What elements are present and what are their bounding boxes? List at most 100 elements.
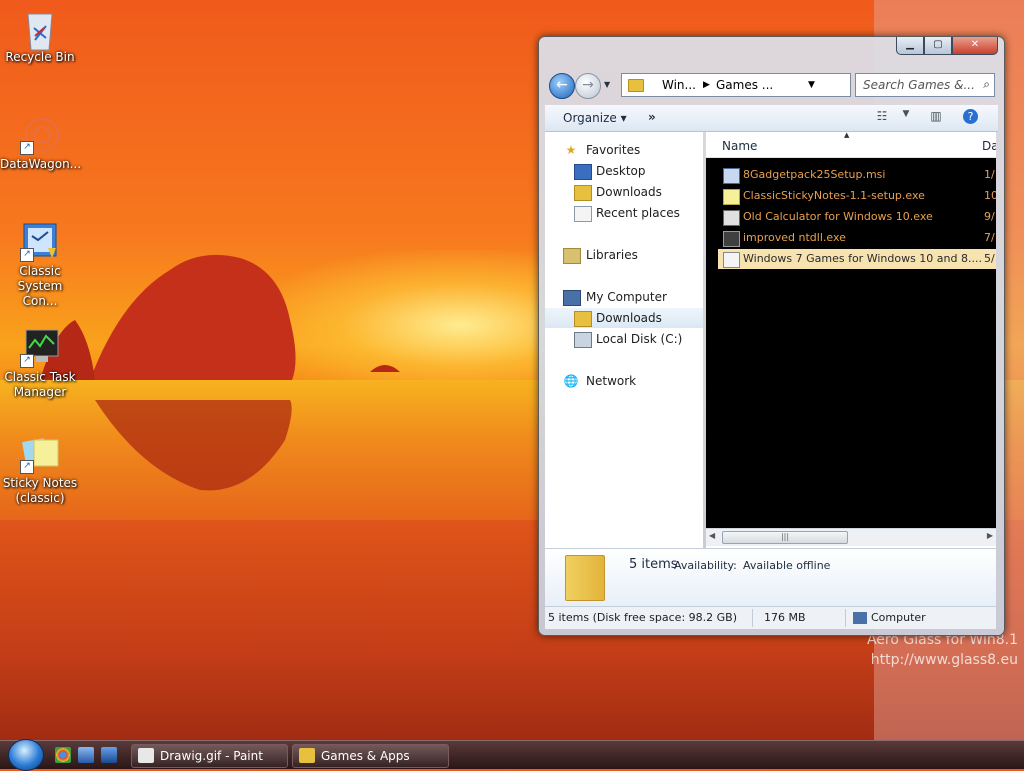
nav-label: My Computer [586, 290, 667, 304]
address-dropdown-icon[interactable]: ▼ [808, 80, 815, 90]
search-box[interactable]: Search Games &... ⌕ [855, 73, 995, 97]
file-date: 5/ [984, 252, 995, 265]
horizontal-scrollbar[interactable]: ◀ ||| ▶ [706, 528, 996, 546]
scroll-left-icon[interactable]: ◀ [709, 531, 715, 540]
sort-ascending-icon: ▲ [844, 132, 850, 139]
column-headers: ▲ Name Da [706, 132, 996, 158]
file-date: 1/ [984, 168, 995, 181]
scroll-right-icon[interactable]: ▶ [987, 531, 993, 540]
nav-item-downloads[interactable]: Downloads [545, 182, 703, 202]
address-bar[interactable]: Win... ▶ Games ... ▼ ⇆ [621, 73, 915, 97]
show-desktop-icon[interactable] [78, 747, 94, 763]
breadcrumb-item[interactable]: Win... [662, 78, 696, 92]
search-icon[interactable]: ⌕ [983, 77, 990, 92]
maximize-button[interactable]: ▢ [924, 37, 952, 55]
column-header-date[interactable]: Da [982, 139, 996, 153]
availability-value: Available offline [743, 559, 831, 572]
nav-item-libraries[interactable]: Libraries [545, 245, 703, 265]
scrollbar-thumb[interactable]: ||| [722, 531, 848, 544]
computer-icon [853, 612, 867, 624]
nav-item-network[interactable]: 🌐 Network [545, 371, 703, 391]
nav-item-desktop[interactable]: Desktop [545, 161, 703, 181]
network-icon: 🌐 [563, 374, 579, 388]
taskbar: Drawig.gif - Paint Games & Apps [0, 739, 1024, 771]
search-placeholder: Search Games &... [863, 78, 975, 92]
help-icon[interactable]: ? [963, 109, 978, 124]
nav-item-local-disk[interactable]: Local Disk (C:) [545, 329, 703, 349]
switch-windows-icon[interactable] [101, 747, 117, 763]
nav-label: Desktop [596, 164, 646, 178]
recent-places-icon [574, 206, 592, 222]
navigation-bar: ← → ▼ Win... ▶ Games ... ▼ ⇆ Search Game… [549, 73, 996, 99]
close-button[interactable]: ✕ [952, 37, 998, 55]
file-name: 8Gadgetpack25Setup.msi [743, 168, 886, 181]
desktop-icon-classic-system-control[interactable]: ↗ Classic System Con... [0, 222, 80, 309]
start-button[interactable] [8, 739, 44, 771]
column-header-name[interactable]: Name [722, 139, 757, 153]
status-divider [752, 609, 753, 627]
games-setup-icon [723, 252, 740, 268]
recycle-bin-icon [20, 8, 60, 51]
nav-label: Local Disk (C:) [596, 332, 683, 346]
file-row[interactable]: Old Calculator for Windows 10.exe 9/ [718, 207, 996, 227]
desktop-icon-recycle-bin[interactable]: Recycle Bin [0, 8, 80, 65]
taskbar-button-label: Drawig.gif - Paint [160, 749, 263, 763]
status-location: Computer [871, 611, 926, 624]
minimize-button[interactable]: ▁ [896, 37, 924, 55]
view-options-icon[interactable]: ☷ [873, 109, 891, 125]
chrome-icon[interactable] [55, 747, 71, 763]
desktop-icon-datawagon[interactable]: ↗ DataWagon... [0, 115, 82, 172]
preview-pane-icon[interactable]: ▥ [927, 109, 945, 125]
organize-label: Organize [563, 111, 617, 125]
caption-buttons: ▁ ▢ ✕ [896, 37, 998, 55]
nav-label: Recent places [596, 206, 680, 220]
status-items: 5 items (Disk free space: 98.2 GB) [548, 611, 737, 624]
file-row[interactable]: 8Gadgetpack25Setup.msi 1/ [718, 165, 996, 185]
taskbar-button-games-apps[interactable]: Games & Apps [292, 744, 449, 768]
file-row[interactable]: improved ntdll.exe 7/ [718, 228, 996, 248]
back-button[interactable]: ← [549, 73, 575, 99]
status-divider [845, 609, 846, 627]
file-name: Old Calculator for Windows 10.exe [743, 210, 933, 223]
taskbar-button-paint[interactable]: Drawig.gif - Paint [131, 744, 288, 768]
folder-icon [299, 748, 315, 763]
nav-item-downloads-computer[interactable]: Downloads [545, 308, 703, 328]
shortcut-arrow-icon: ↗ [20, 141, 34, 155]
nav-label: Libraries [586, 248, 638, 262]
drive-icon [574, 332, 592, 348]
nav-item-my-computer[interactable]: My Computer [545, 287, 703, 307]
nav-label: Network [586, 374, 637, 388]
file-date: 10 [984, 189, 996, 202]
watermark-line-2: http://www.glass8.eu [870, 652, 1018, 668]
file-row-selected[interactable]: Windows 7 Games for Windows 10 and 8....… [718, 249, 996, 269]
item-count: 5 items [629, 557, 678, 572]
details-pane: 5 items Availability: Available offline [545, 548, 996, 606]
folder-large-icon [565, 555, 605, 601]
desktop-icon-label: Sticky Notes (classic) [2, 476, 78, 505]
folder-icon [628, 79, 644, 92]
view-dropdown-icon[interactable]: ▼ [897, 109, 915, 125]
control-panel-icon: ↗ [20, 222, 60, 262]
nav-item-favorites[interactable]: ★ Favorites [545, 140, 703, 160]
recent-pages-dropdown[interactable]: ▼ [604, 80, 610, 89]
forward-button[interactable]: → [575, 73, 601, 99]
paint-icon [138, 748, 154, 763]
desktop-icon-label: Recycle Bin [5, 50, 75, 64]
desktop-icon-sticky-notes[interactable]: ↗ Sticky Notes (classic) [0, 434, 80, 506]
shortcut-arrow-icon: ↗ [20, 354, 34, 368]
navigation-pane: ★ Favorites Desktop Downloads Recent pla… [545, 132, 711, 548]
desktop-icon-label: DataWagon... [0, 157, 82, 171]
breadcrumb-arrow-icon[interactable]: ▶ [703, 80, 710, 90]
file-list: ▲ Name Da 8Gadgetpack25Setup.msi 1/ Clas… [706, 132, 996, 548]
file-row[interactable]: ClassicStickyNotes-1.1-setup.exe 10 [718, 186, 996, 206]
organize-button[interactable]: Organize ▾ [563, 111, 627, 125]
desktop-icon-classic-task-manager[interactable]: ↗ Classic Task Manager [0, 328, 80, 400]
nav-item-recent-places[interactable]: Recent places [545, 203, 703, 223]
explorer-window[interactable]: ▁ ▢ ✕ ← → ▼ Win... ▶ Games ... ▼ ⇆ Searc… [538, 36, 1005, 636]
file-name: improved ntdll.exe [743, 231, 846, 244]
more-commands-button[interactable]: » [648, 110, 656, 124]
availability-label: Availability: [674, 559, 737, 572]
libraries-icon [563, 248, 581, 264]
breadcrumb-item[interactable]: Games ... [716, 78, 773, 92]
file-date: 9/ [984, 210, 995, 223]
